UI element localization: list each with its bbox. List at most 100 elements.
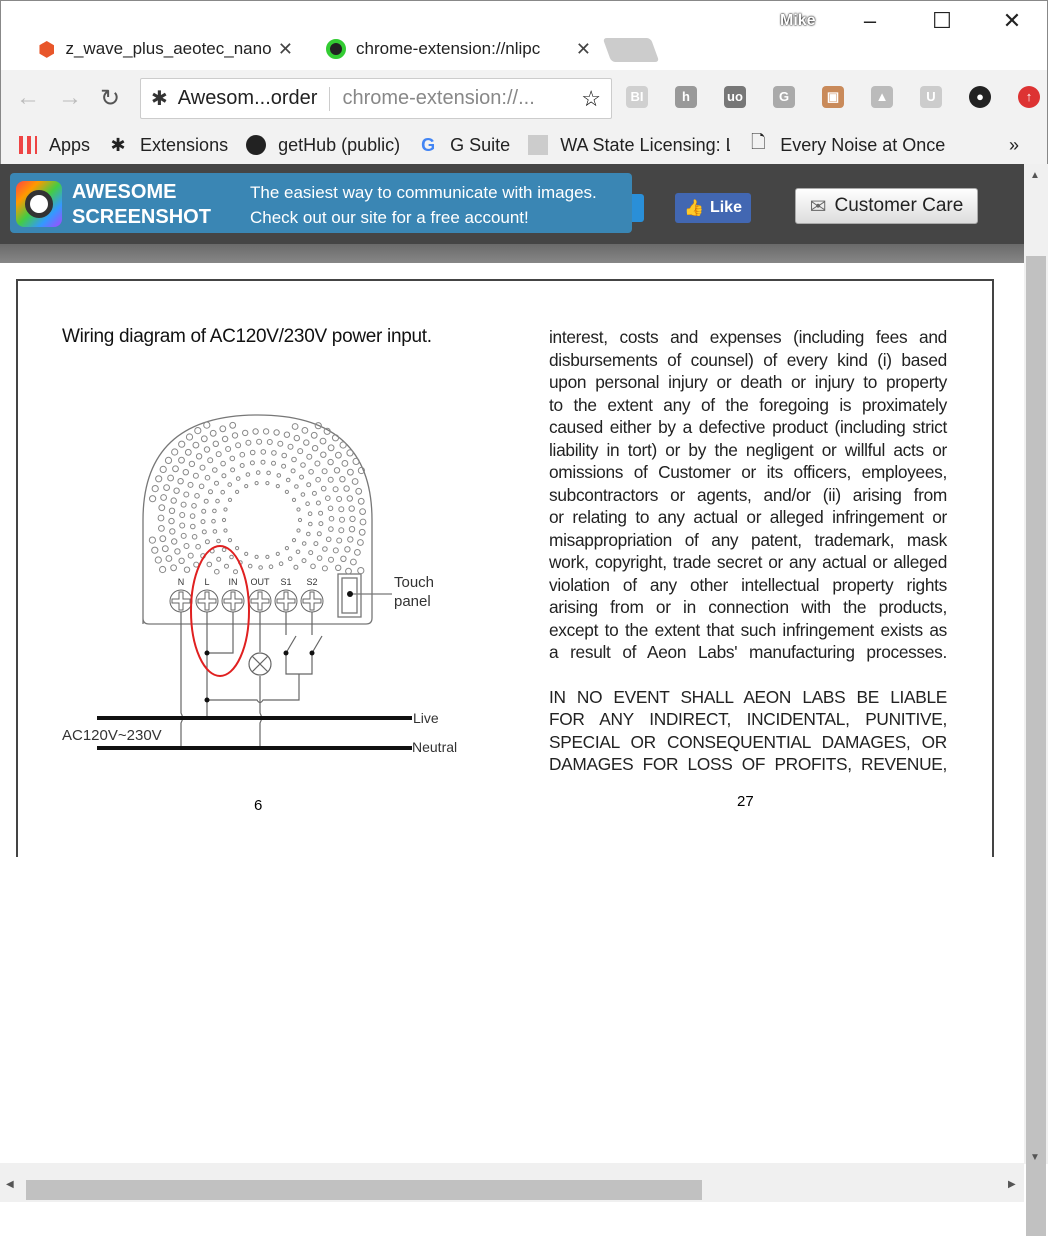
speaker-hole [170,564,178,572]
speaker-hole [347,536,354,543]
speaker-hole [275,484,280,489]
reload-button[interactable]: ↻ [100,84,120,113]
speaker-hole [260,459,266,465]
terminal-screw [169,589,193,613]
new-tab-button[interactable] [602,38,660,62]
speaker-hole [325,536,332,543]
puzzle-icon: ✱ [110,134,126,155]
text-line: arising from or in connection with the p… [549,597,947,617]
speaker-hole [320,485,327,492]
speaker-hole [287,556,293,562]
speaker-hole [265,481,270,486]
speaker-hole [220,460,226,467]
bookmark-apps[interactable]: Apps [19,135,90,156]
text-line: or relating to any actual or alleged inf… [549,507,947,527]
extension-icon[interactable]: ▣ [822,86,844,108]
speaker-hole [229,421,237,429]
bookmark-github[interactable]: getHub (public) [246,135,400,156]
vertical-scrollbar[interactable]: ▲ ▼ [1024,164,1048,1236]
right-page-text: interest, costs and expenses (including … [549,326,947,776]
speaker-hole [158,525,165,532]
extension-icon[interactable]: uo [724,86,746,108]
speaker-hole [178,456,185,464]
extension-icon[interactable]: U [920,86,942,108]
speaker-hole [229,554,234,560]
horizontal-scroll-thumb[interactable] [26,1180,702,1200]
bookmark-label: WA State Licensing: L [560,134,731,155]
speaker-hole [338,506,345,513]
speaker-hole [219,425,227,433]
tab-close-icon[interactable]: ✕ [576,39,591,60]
speaker-hole [249,460,255,466]
speaker-hole [254,554,259,560]
speaker-hole [275,551,280,557]
bookmark-gsuite[interactable]: G G Suite [418,135,510,156]
minimize-button[interactable]: – [850,8,890,38]
speaker-hole [229,455,236,462]
extension-icon[interactable]: ▲ [871,86,893,108]
terminal-screw [248,589,272,613]
speaker-hole [154,556,162,564]
speaker-hole [184,448,192,456]
tab-extension[interactable]: chrome-extension://nlipc ✕ [300,28,605,70]
back-button[interactable]: ← [16,84,40,112]
extension-icon[interactable]: ↑ [1018,86,1040,108]
speaker-hole [177,478,184,485]
speaker-hole [235,546,240,551]
star-icon[interactable]: ☆ [581,86,601,112]
speaker-hole [212,440,220,447]
speaker-hole [178,557,185,564]
profile-button[interactable]: Mike [780,12,816,30]
speaker-hole [339,476,346,483]
bookmarks-more-button[interactable]: » [1009,135,1019,156]
extension-icon[interactable]: h [675,86,697,108]
tab-close-icon[interactable]: ✕ [278,39,293,60]
speaker-hole [239,463,245,468]
speaker-hole [227,482,232,487]
forward-button[interactable]: → [58,84,82,112]
facebook-like-button[interactable]: 👍 Like [675,193,751,223]
speaker-hole [215,498,220,504]
speaker-hole [204,474,211,481]
speaker-hole [242,429,249,437]
speaker-hole [239,451,246,458]
customer-care-button[interactable]: ✉ Customer Care [795,188,978,224]
address-bar[interactable]: ✱ Awesom...order chrome-extension://... … [140,78,612,119]
awesome-screenshot-banner[interactable]: AWESOME SCREENSHOT The easiest way to co… [10,173,632,233]
speaker-hole [300,462,306,468]
speaker-hole [164,456,173,464]
horizontal-scrollbar[interactable]: ◀ ▶ [0,1163,1024,1202]
bookmark-label: getHub (public) [278,134,401,155]
bookmark-every-noise[interactable]: 🗋 Every Noise at Once [748,132,945,156]
speaker-hole [183,566,191,573]
maximize-button[interactable]: ☐ [922,8,962,38]
bookmarks-bar: Apps ✱ Extensions getHub (public) G G Suit… [0,126,1048,164]
speaker-hole [296,528,301,533]
close-window-button[interactable]: ✕ [992,8,1032,38]
speaker-hole [303,439,310,446]
tab-magento[interactable]: ⬢ z_wave_plus_aeotec_nano ✕ [12,28,307,70]
live-label: Live [413,710,439,726]
speaker-hole [346,449,354,457]
extension-icon[interactable]: G [773,86,795,108]
extension-icon[interactable]: ● [969,86,991,108]
speaker-hole [227,497,233,502]
speaker-hole [188,460,196,468]
speaker-hole [221,473,227,479]
speaker-hole [203,498,209,504]
speaker-hole [268,564,274,570]
speaker-hole [265,554,270,560]
vertical-scroll-thumb[interactable] [1026,256,1046,1236]
speaker-hole [191,503,197,509]
extension-icon[interactable]: BI [626,86,648,108]
header-stripe [0,244,1024,264]
speaker-hole [341,460,349,467]
speaker-hole [291,538,297,543]
bookmark-extensions[interactable]: ✱ Extensions [108,135,228,156]
speaker-hole [203,421,211,429]
voltage-label: AC120V~230V [62,727,162,744]
speaker-hole [192,472,199,479]
speaker-hole [208,489,213,495]
terminal-label: L [204,577,209,587]
bookmark-wa-licensing[interactable]: WA State Licensing: L [528,135,730,156]
